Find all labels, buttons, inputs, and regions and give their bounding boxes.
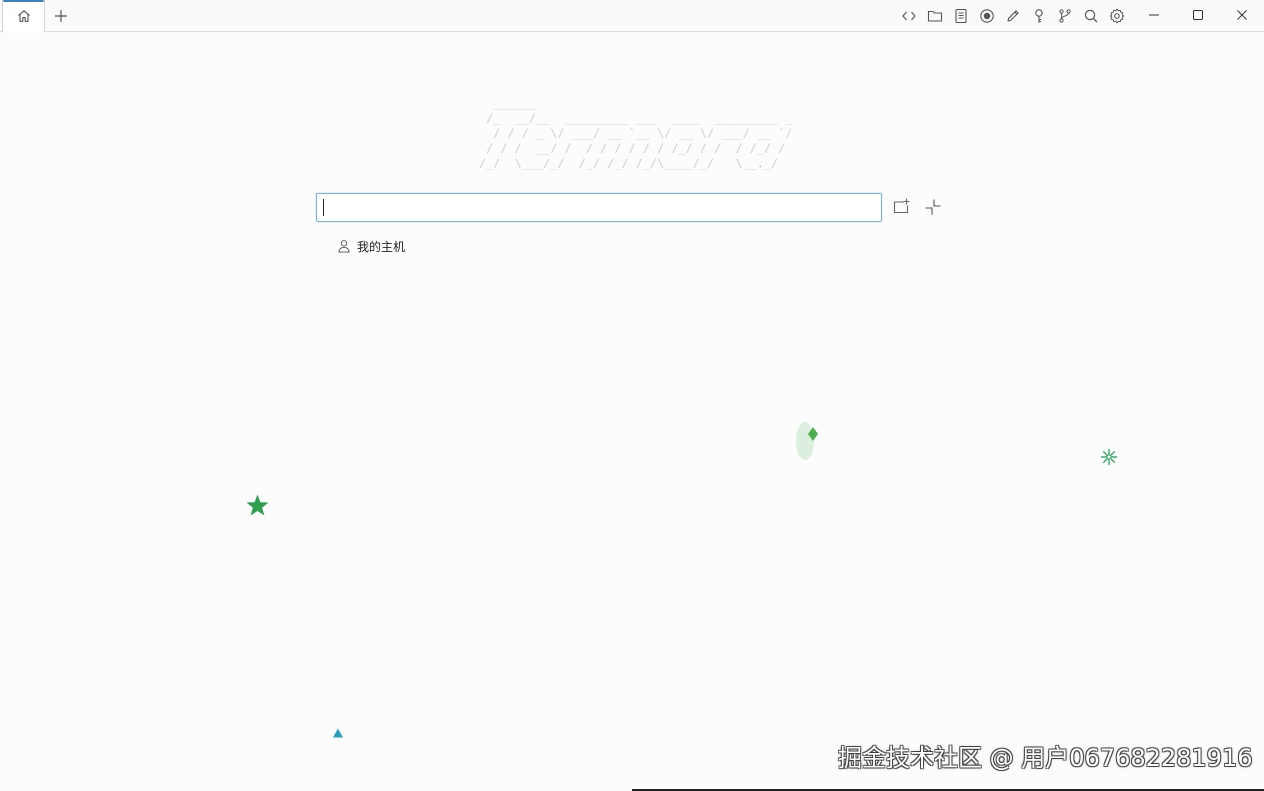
window-controls (1132, 0, 1264, 30)
new-session-button[interactable] (889, 194, 913, 218)
document-icon (953, 8, 969, 24)
record-button[interactable] (974, 4, 1000, 28)
git-branch-icon (1057, 8, 1073, 24)
search-button[interactable] (1078, 4, 1104, 28)
snowflake-decoration (1100, 448, 1118, 466)
diamond-decoration (795, 422, 821, 462)
user-icon (337, 239, 351, 253)
new-window-plus-icon (891, 196, 911, 216)
toolbar (896, 4, 1130, 28)
key-button[interactable] (1026, 4, 1052, 28)
key-icon (1031, 8, 1047, 24)
pen-button[interactable] (1000, 4, 1026, 28)
ascii-banner: ______ /_ __/__ _________ ___ ____ _____… (479, 96, 793, 170)
code-icon (901, 8, 917, 24)
star-decoration (245, 493, 270, 518)
search-input[interactable] (316, 193, 882, 222)
settings-button[interactable] (1104, 4, 1130, 28)
gear-icon (1109, 8, 1125, 24)
text-caret (323, 199, 324, 216)
home-icon (17, 9, 31, 23)
folder-button[interactable] (922, 4, 948, 28)
minimize-icon (1148, 9, 1160, 21)
folder-icon (927, 8, 943, 24)
git-branch-button[interactable] (1052, 4, 1078, 28)
watermark: 掘金技术社区 @ 用户067682281916 (838, 744, 1253, 772)
pen-icon (1005, 8, 1021, 24)
title-bar (0, 0, 1264, 33)
maximize-icon (1192, 9, 1204, 21)
close-button[interactable] (1220, 0, 1264, 30)
new-tab-button[interactable] (49, 3, 73, 29)
host-label: 我的主机 (357, 239, 406, 254)
minimize-button[interactable] (1132, 0, 1176, 30)
app-window: ______ /_ __/__ _________ ___ ____ _____… (0, 0, 1264, 791)
host-item-my-host[interactable]: 我的主机 (337, 237, 405, 255)
tab-home[interactable] (2, 0, 45, 33)
record-icon (979, 8, 995, 24)
collapse-arrows-icon (923, 197, 943, 217)
collapse-button[interactable] (921, 195, 945, 219)
code-button[interactable] (896, 4, 922, 28)
close-icon (1236, 9, 1248, 21)
document-button[interactable] (948, 4, 974, 28)
triangle-decoration (332, 727, 344, 739)
search-icon (1083, 8, 1099, 24)
maximize-button[interactable] (1176, 0, 1220, 30)
plus-icon (54, 9, 68, 23)
